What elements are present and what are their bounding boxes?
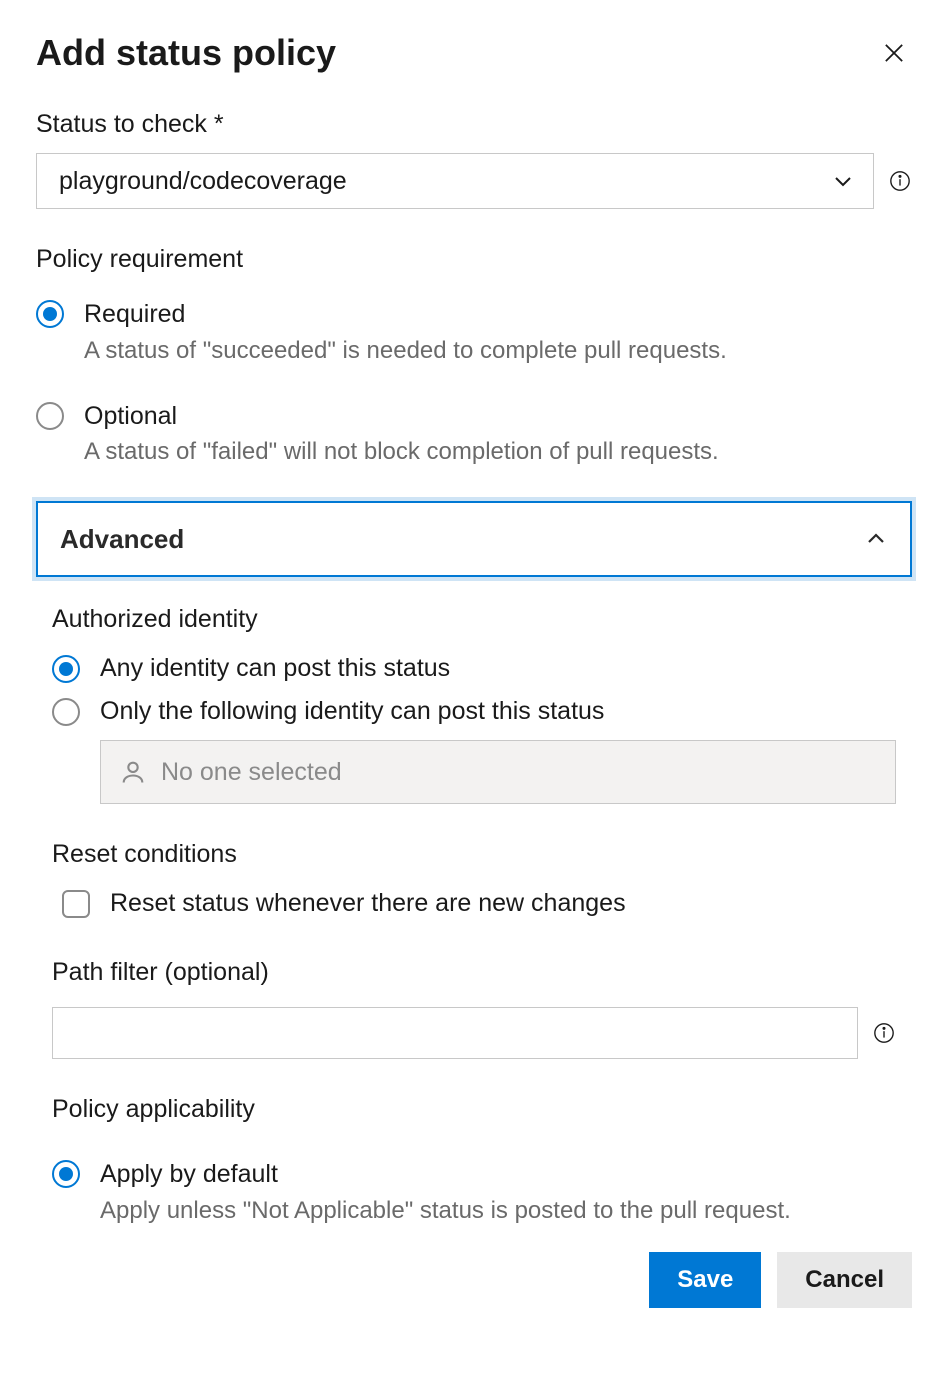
status-to-check-value: playground/codecoverage	[59, 167, 347, 196]
radio-optional[interactable]: Optional A status of "failed" will not b…	[36, 400, 912, 468]
path-filter-row	[52, 1007, 896, 1059]
person-icon	[119, 758, 147, 786]
radio-any-identity[interactable]: Any identity can post this status	[52, 654, 896, 683]
chevron-up-icon	[864, 527, 888, 551]
info-icon	[889, 170, 911, 192]
reset-conditions-label: Reset conditions	[52, 840, 896, 869]
radio-required-label: Required	[84, 298, 727, 331]
radio-required[interactable]: Required A status of "succeeded" is need…	[36, 298, 912, 366]
close-icon	[880, 39, 908, 67]
close-button[interactable]	[876, 35, 912, 71]
advanced-body: Authorized identity Any identity can pos…	[36, 605, 912, 1226]
cancel-button[interactable]: Cancel	[777, 1252, 912, 1308]
radio-optional-help: A status of "failed" will not block comp…	[84, 436, 719, 467]
footer-actions: Save Cancel	[36, 1252, 912, 1308]
reset-checkbox-row[interactable]: Reset status whenever there are new chan…	[62, 889, 896, 918]
path-filter-input[interactable]	[52, 1007, 858, 1059]
path-filter-label: Path filter (optional)	[52, 958, 896, 987]
radio-optional-label: Optional	[84, 400, 719, 433]
radio-indicator	[52, 1160, 80, 1188]
radio-only-identity[interactable]: Only the following identity can post thi…	[52, 697, 896, 726]
identity-placeholder: No one selected	[161, 758, 342, 787]
radio-indicator	[52, 698, 80, 726]
checkbox-indicator	[62, 890, 90, 918]
identity-picker[interactable]: No one selected	[100, 740, 896, 804]
radio-apply-help: Apply unless "Not Applicable" status is …	[100, 1195, 791, 1226]
radio-apply-by-default[interactable]: Apply by default Apply unless "Not Appli…	[52, 1158, 896, 1226]
panel-title: Add status policy	[36, 32, 336, 74]
advanced-label: Advanced	[60, 524, 184, 555]
status-to-check-dropdown[interactable]: playground/codecoverage	[36, 153, 874, 209]
path-filter-info-button[interactable]	[872, 1021, 896, 1045]
advanced-accordion[interactable]: Advanced	[36, 501, 912, 577]
radio-required-help: A status of "succeeded" is needed to com…	[84, 335, 727, 366]
info-icon	[873, 1022, 895, 1044]
reset-checkbox-label: Reset status whenever there are new chan…	[110, 889, 626, 918]
radio-apply-label: Apply by default	[100, 1158, 791, 1191]
radio-indicator	[36, 402, 64, 430]
policy-applicability-label: Policy applicability	[52, 1095, 896, 1124]
authorized-identity-label: Authorized identity	[52, 605, 896, 634]
status-to-check-row: playground/codecoverage	[36, 153, 912, 209]
policy-requirement-group: Required A status of "succeeded" is need…	[36, 298, 912, 467]
radio-only-identity-label: Only the following identity can post thi…	[100, 697, 604, 726]
panel-header: Add status policy	[36, 32, 912, 74]
radio-indicator	[36, 300, 64, 328]
radio-indicator	[52, 655, 80, 683]
policy-requirement-label: Policy requirement	[36, 245, 912, 274]
status-info-button[interactable]	[888, 169, 912, 193]
radio-any-identity-label: Any identity can post this status	[100, 654, 450, 683]
status-to-check-label: Status to check *	[36, 110, 912, 139]
save-button[interactable]: Save	[649, 1252, 761, 1308]
chevron-down-icon	[831, 169, 855, 193]
